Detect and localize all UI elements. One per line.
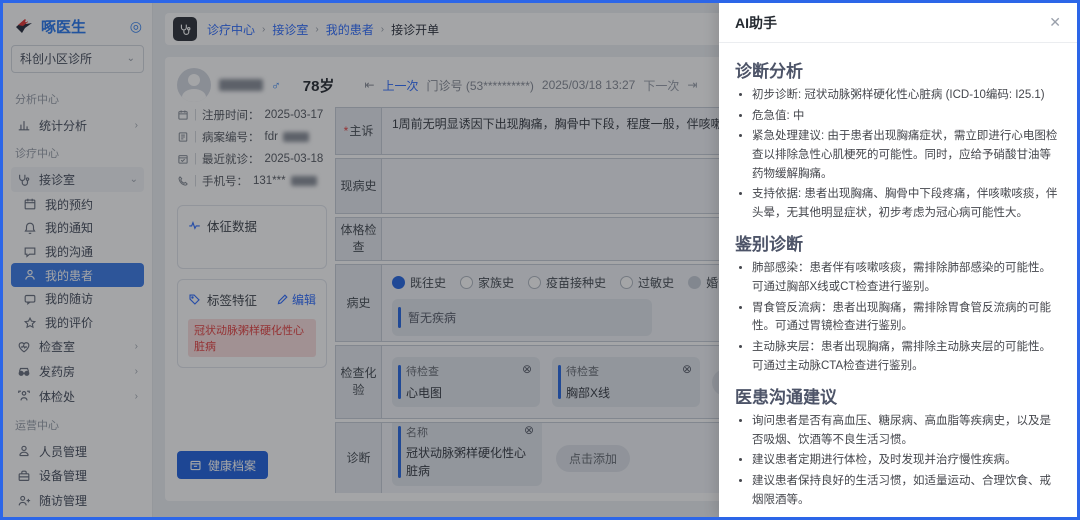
ai-heading-diagnosis-analysis: 诊断分析 xyxy=(735,57,1061,82)
app-window: 啄医生 ◎ 科创小区诊所 ⌄ 分析中心 统计分析 › 诊疗中心 接诊室 ⌄ 我的… xyxy=(0,0,1080,520)
ai-assistant-drawer: AI助手 ✕ 诊断分析 初步诊断: 冠状动脉粥样硬化性心脏病 (ICD-10编码… xyxy=(719,3,1077,517)
diagnosis-analysis-list: 初步诊断: 冠状动脉粥样硬化性心脏病 (ICD-10编码: I25.1) 危急值… xyxy=(735,86,1061,222)
differential-diagnosis-list: 肺部感染：患者伴有咳嗽咳痰，需排除肺部感染的可能性。可通过胸部X线或CT检查进行… xyxy=(735,259,1061,375)
ai-heading-communication-advice: 医患沟通建议 xyxy=(735,383,1061,408)
close-icon[interactable]: ✕ xyxy=(1049,14,1061,31)
communication-advice-list: 询问患者是否有高血压、糖尿病、高血脂等疾病史，以及是否吸烟、饮酒等不良生活习惯。… xyxy=(735,412,1061,509)
ai-drawer-title: AI助手 xyxy=(735,13,777,33)
ai-heading-differential-diagnosis: 鉴别诊断 xyxy=(735,230,1061,255)
